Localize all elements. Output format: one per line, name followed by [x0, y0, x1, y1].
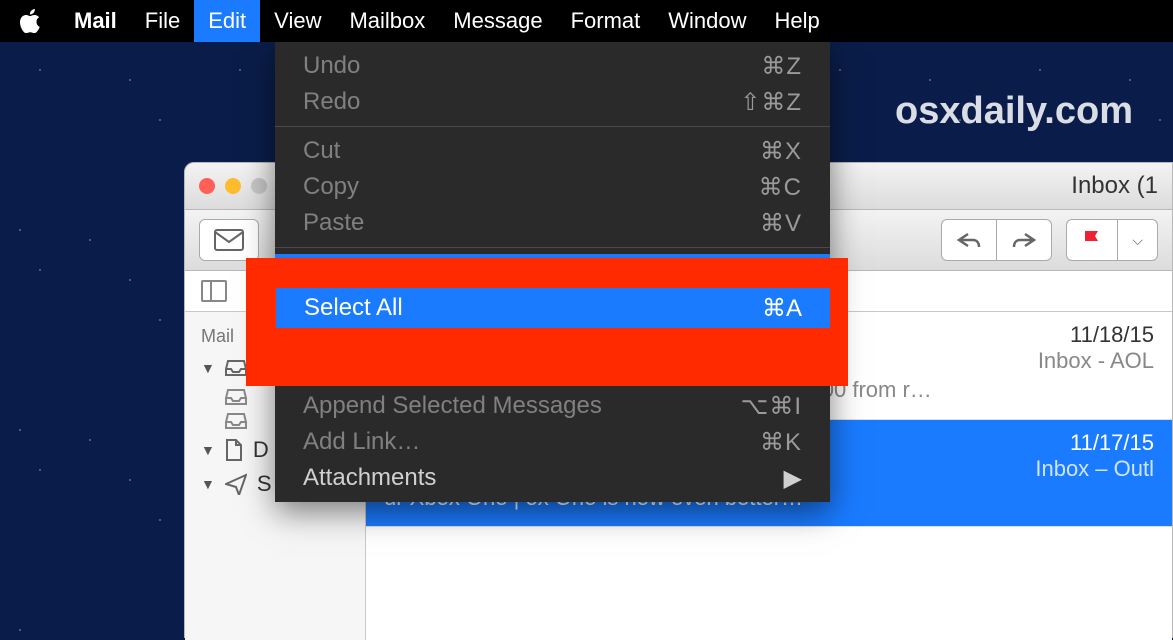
menu-item-label: Append Selected Messages — [303, 392, 741, 420]
highlight-callout: Select All ⌘A — [246, 258, 848, 386]
document-icon — [225, 439, 243, 461]
menu-format[interactable]: Format — [557, 0, 655, 42]
message-date: 11/17/15 — [1070, 430, 1154, 456]
menu-item-shortcut: ⌘A — [762, 294, 802, 323]
window-traffic-lights — [199, 178, 267, 194]
flag-group: ⌵ — [1066, 219, 1158, 261]
sidebar-item-label: S — [257, 471, 272, 497]
disclosure-triangle-icon[interactable]: ▼ — [201, 442, 215, 458]
menu-item-attachments[interactable]: Attachments▶ — [275, 460, 830, 496]
disclosure-triangle-icon[interactable]: ▼ — [201, 476, 215, 492]
menu-item-undo: Undo⌘Z — [275, 48, 830, 84]
menu-item-cut: Cut⌘X — [275, 133, 830, 169]
reply-group — [941, 219, 1052, 261]
menu-item-label: Select All — [304, 294, 403, 322]
menu-item-shortcut: ⌘C — [759, 173, 802, 202]
watermark-text: osxdaily.com — [895, 90, 1133, 133]
menu-help[interactable]: Help — [761, 0, 834, 42]
menu-item-label: Paste — [303, 209, 760, 237]
menu-separator — [275, 247, 830, 248]
menu-item-label: Copy — [303, 173, 759, 201]
mailbox-icon — [225, 413, 247, 429]
menu-item-shortcut: ⌘Z — [761, 52, 802, 81]
menu-item-shortcut: ⇧⌘Z — [740, 88, 802, 117]
menu-item-redo: Redo⇧⌘Z — [275, 84, 830, 120]
menu-edit[interactable]: Edit — [194, 0, 260, 42]
flag-button[interactable] — [1067, 220, 1117, 260]
menu-item-paste: Paste⌘V — [275, 205, 830, 241]
inbox-icon — [225, 360, 247, 376]
sent-icon — [225, 473, 247, 495]
menu-item-shortcut: ⌥⌘I — [741, 392, 802, 421]
menu-item-label: Add Link… — [303, 428, 760, 456]
menu-item-label: Redo — [303, 88, 740, 116]
sidebar-toggle-icon[interactable] — [201, 280, 227, 302]
disclosure-triangle-icon[interactable]: ▼ — [201, 360, 215, 376]
menu-item-shortcut: ⌘V — [760, 209, 802, 238]
sidebar-item-label: D — [253, 437, 269, 463]
message-mailbox: Inbox – Outl — [1035, 456, 1154, 482]
menu-file[interactable]: File — [131, 0, 194, 42]
message-mailbox: Inbox - AOL — [1038, 348, 1154, 374]
menu-item-add-link-: Add Link…⌘K — [275, 424, 830, 460]
menu-window[interactable]: Window — [654, 0, 760, 42]
close-window-button[interactable] — [199, 178, 215, 194]
window-title: Inbox (1 — [1071, 172, 1158, 200]
flag-dropdown-button[interactable]: ⌵ — [1117, 220, 1157, 260]
menu-item-append-selected-messages: Append Selected Messages⌥⌘I — [275, 388, 830, 424]
menu-item-select-all[interactable]: Select All ⌘A — [276, 288, 830, 328]
forward-button[interactable] — [996, 220, 1051, 260]
apple-menu-icon[interactable] — [20, 9, 42, 33]
menu-mailbox[interactable]: Mailbox — [335, 0, 439, 42]
menu-message[interactable]: Message — [439, 0, 556, 42]
reply-button[interactable] — [942, 220, 996, 260]
message-date: 11/18/15 — [1070, 322, 1154, 348]
minimize-window-button[interactable] — [225, 178, 241, 194]
menu-separator — [275, 126, 830, 127]
zoom-window-button[interactable] — [251, 178, 267, 194]
menu-view[interactable]: View — [260, 0, 335, 42]
get-mail-button[interactable] — [199, 219, 259, 261]
menu-item-label: Cut — [303, 137, 760, 165]
mailbox-icon — [225, 389, 247, 405]
menu-item-shortcut: ⌘X — [760, 137, 802, 166]
app-menu[interactable]: Mail — [60, 0, 131, 42]
menu-item-label: Attachments — [303, 464, 784, 492]
menu-item-label: Undo — [303, 52, 761, 80]
menu-item-shortcut: ⌘K — [760, 428, 802, 457]
system-menubar: MailFileEditViewMailboxMessageFormatWind… — [0, 0, 1173, 42]
submenu-arrow-icon: ▶ — [784, 464, 802, 493]
menu-item-copy: Copy⌘C — [275, 169, 830, 205]
